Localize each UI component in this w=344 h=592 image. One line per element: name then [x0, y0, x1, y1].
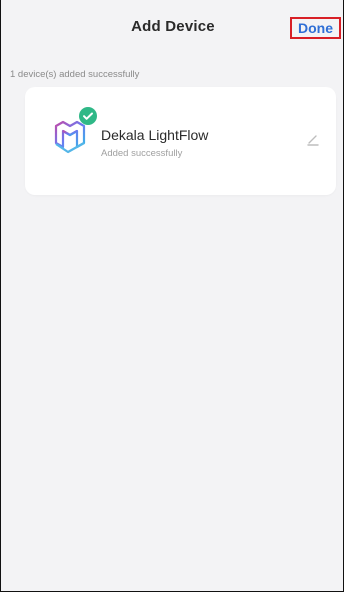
success-check-badge: [79, 107, 97, 125]
device-icon-wrap: [49, 107, 97, 156]
header: Add Device Done: [1, 0, 344, 56]
device-added-status: Added successfully: [101, 148, 183, 159]
added-status-message: 1 device(s) added successfully: [10, 69, 140, 80]
check-icon: [83, 112, 93, 120]
device-card: Dekala LightFlow Added successfully: [25, 87, 336, 195]
done-button[interactable]: Done: [290, 17, 341, 39]
edit-device-button[interactable]: [305, 132, 321, 148]
device-name: Dekala LightFlow: [101, 127, 209, 143]
edit-icon: [307, 135, 319, 146]
add-device-screen: Add Device Done 1 device(s) added succes…: [0, 0, 344, 592]
